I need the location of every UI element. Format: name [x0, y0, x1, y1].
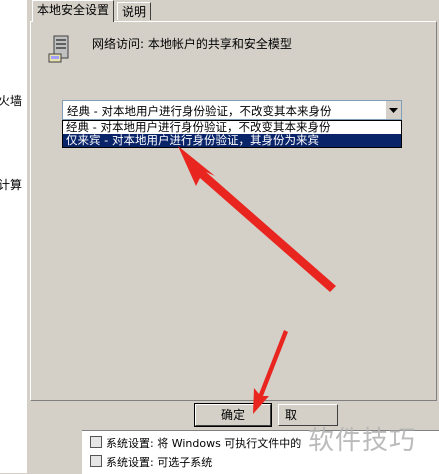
annotation-arrow-icon — [253, 330, 288, 414]
annotation-arrows — [178, 146, 336, 414]
tab-local-security-setting[interactable]: 本地安全设置 — [32, 0, 115, 22]
tab-label: 本地安全设置 — [37, 3, 110, 17]
annotation-arrow-icon — [178, 146, 336, 292]
watermark: 软件技巧 — [308, 426, 417, 456]
